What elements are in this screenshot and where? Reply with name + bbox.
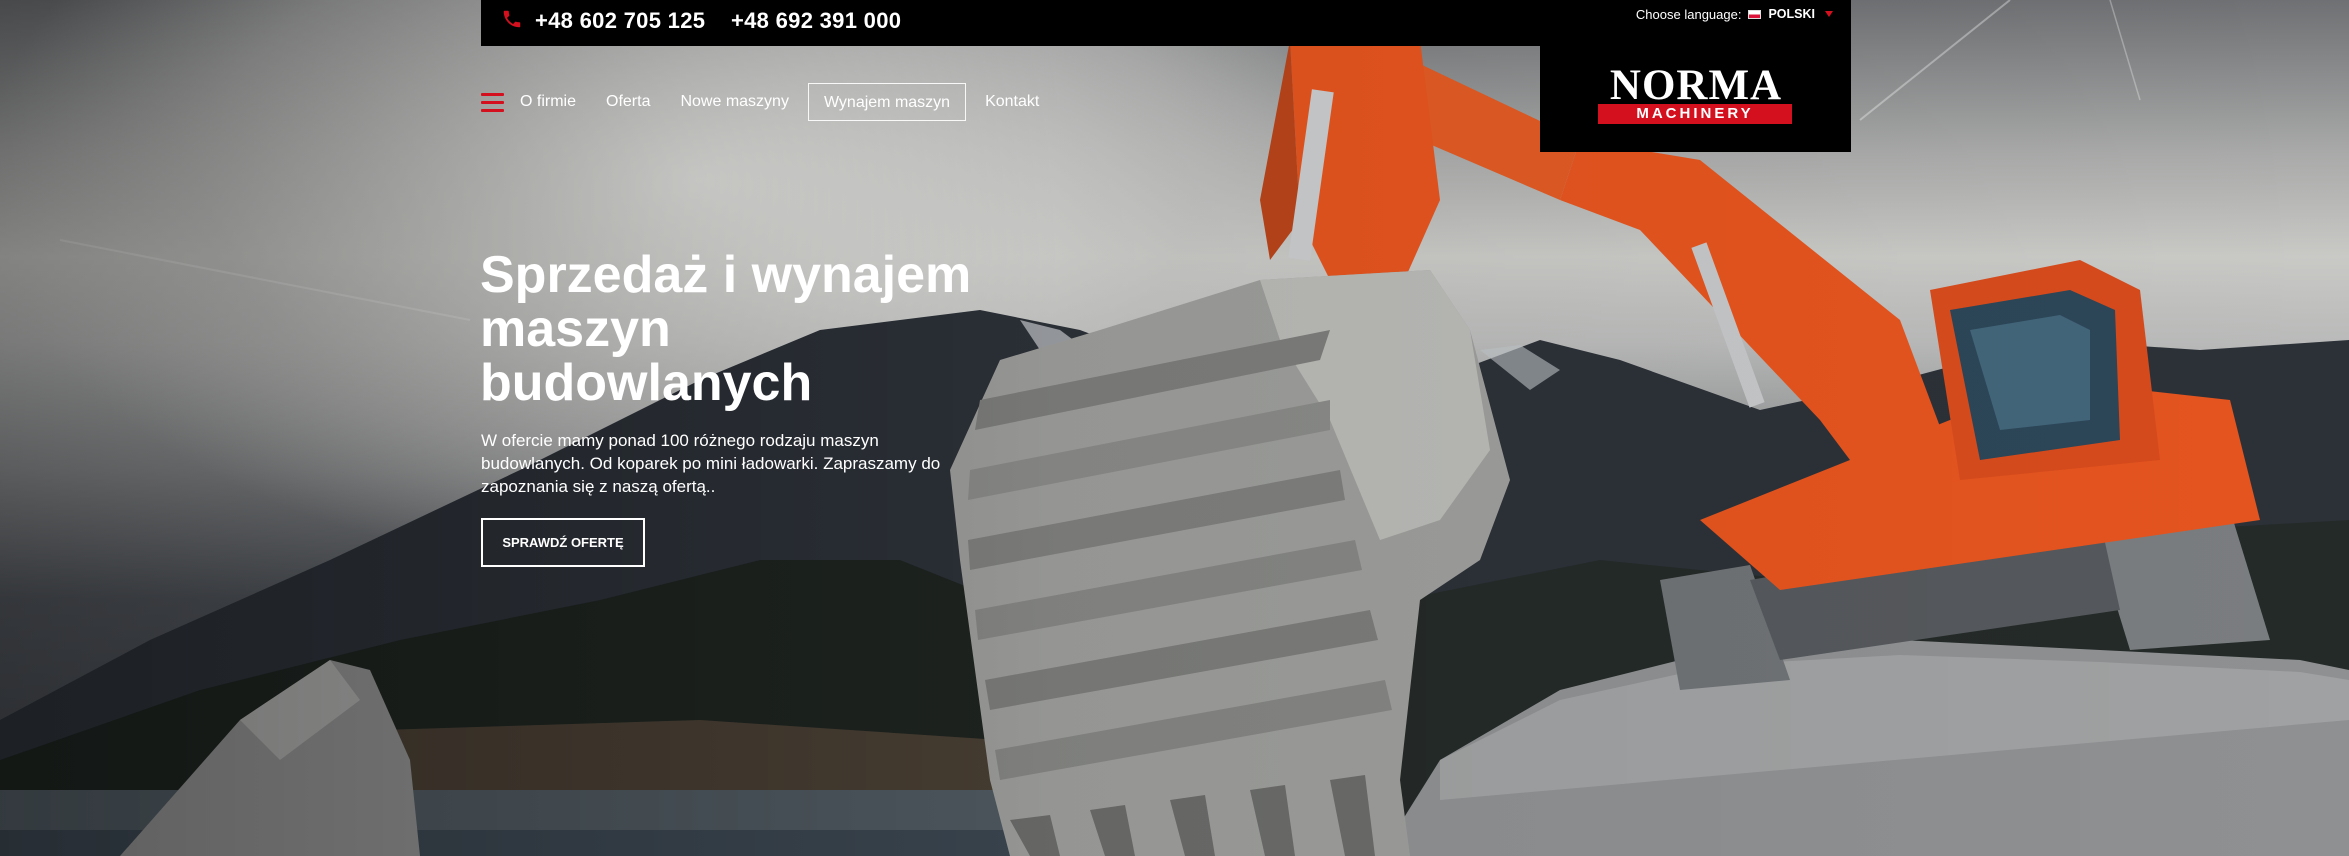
- check-offer-button[interactable]: SPRAWDŹ OFERTĘ: [481, 518, 645, 567]
- poland-flag-icon: [1748, 9, 1762, 19]
- top-contact-bar: +48 602 705 125 +48 692 391 000 Choose l…: [481, 0, 1851, 46]
- hero-description: W ofercie mamy ponad 100 różnego rodzaju…: [481, 431, 941, 496]
- phone-number-1[interactable]: +48 602 705 125: [535, 8, 705, 34]
- hero-background: [0, 0, 2349, 856]
- hamburger-icon[interactable]: [481, 92, 504, 112]
- language-selector[interactable]: Choose language: POLSKI: [1636, 6, 1833, 22]
- phone-icon: [503, 10, 521, 28]
- nav-item-oferta[interactable]: Oferta: [591, 83, 665, 121]
- nav-item-o-firmie[interactable]: O firmie: [520, 83, 591, 121]
- language-current[interactable]: POLSKI: [1768, 7, 1815, 21]
- logo-wordmark: NORMA: [1609, 62, 1783, 109]
- phone-number-2[interactable]: +48 692 391 000: [731, 8, 901, 34]
- nav-item-wynajem-maszyn[interactable]: Wynajem maszyn: [807, 83, 967, 121]
- logo-subtitle: MACHINERY: [1598, 104, 1792, 124]
- nav-item-kontakt[interactable]: Kontakt: [970, 83, 1054, 121]
- caret-down-icon[interactable]: [1825, 11, 1833, 17]
- language-label: Choose language:: [1635, 6, 1742, 22]
- logo[interactable]: NORMA MACHINERY: [1540, 46, 1851, 152]
- excavator-scene-image: [0, 0, 2349, 856]
- nav-item-nowe-maszyny[interactable]: Nowe maszyny: [665, 83, 803, 121]
- main-nav: O firmie Oferta Nowe maszyny Wynajem mas…: [481, 82, 1054, 122]
- hero-title: Sprzedaż i wynajem maszyn budowlanych: [480, 246, 972, 412]
